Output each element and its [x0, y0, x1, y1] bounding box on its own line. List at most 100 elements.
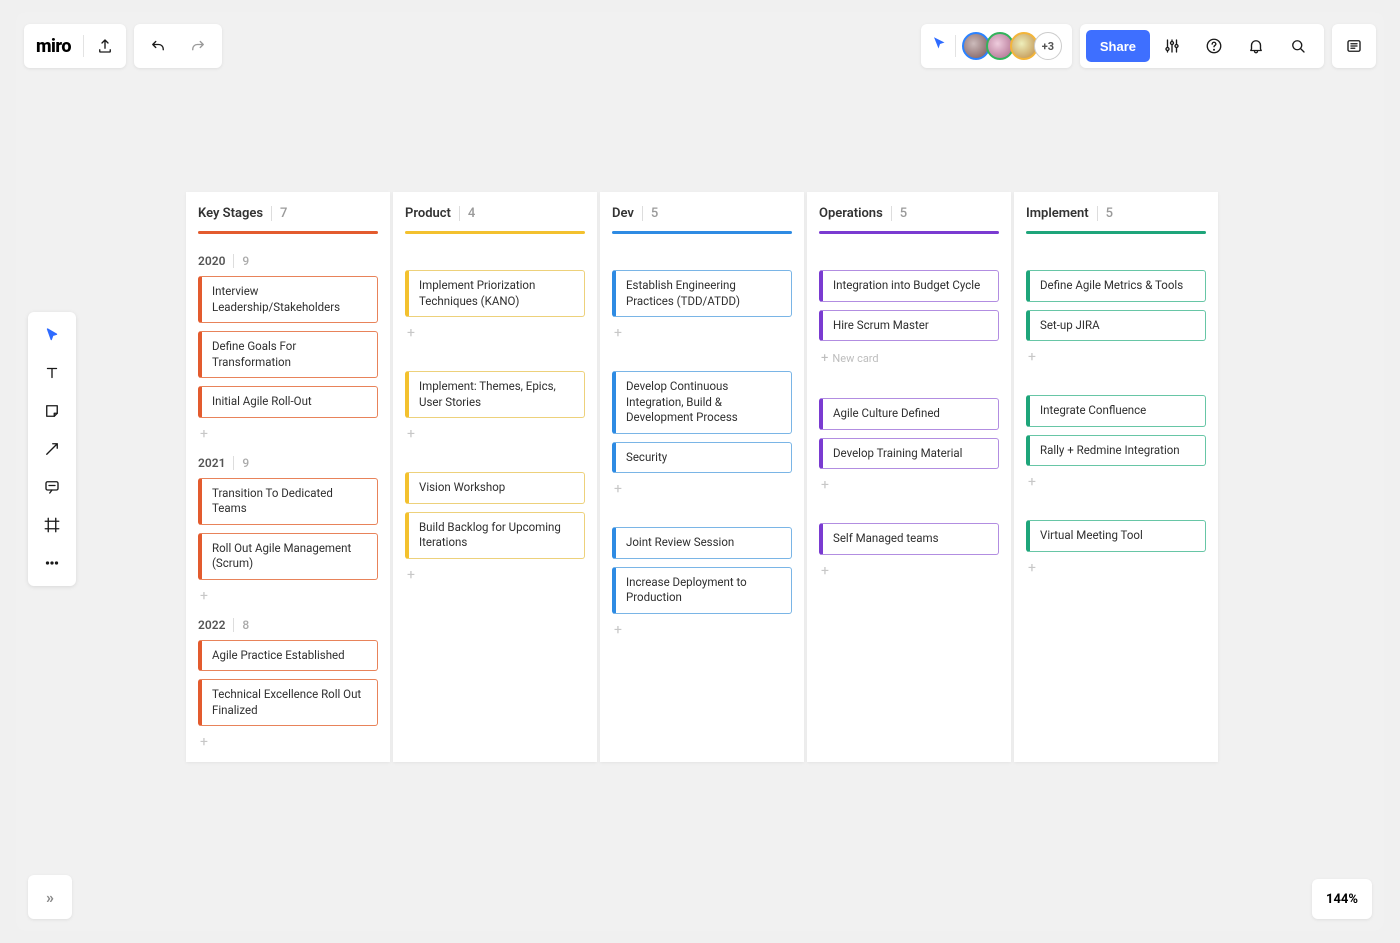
select-tool[interactable] — [28, 316, 76, 354]
add-card-button[interactable]: + — [1026, 560, 1206, 576]
swimlane-spacer — [1026, 490, 1206, 520]
kanban-card[interactable]: Implement: Themes, Epics, User Stories — [405, 371, 585, 418]
add-card-button[interactable]: + — [198, 426, 378, 442]
kanban-card[interactable]: Define Agile Metrics & Tools — [1026, 270, 1206, 302]
swimlane-spacer — [405, 442, 585, 472]
kanban-card[interactable]: Hire Scrum Master — [819, 310, 999, 342]
redo-button[interactable] — [178, 24, 218, 68]
tool-palette — [28, 312, 76, 586]
divider — [83, 35, 84, 57]
column-accent — [1026, 231, 1206, 234]
add-card-button[interactable]: + — [612, 481, 792, 497]
sticky-note-icon — [43, 402, 61, 420]
share-button[interactable]: Share — [1086, 30, 1150, 62]
kanban-card[interactable]: Security — [612, 442, 792, 474]
column-title: Operations — [819, 206, 883, 221]
side-panel-button[interactable] — [1332, 24, 1376, 68]
sticky-tool[interactable] — [28, 392, 76, 430]
kanban-card[interactable]: Define Goals For Transformation — [198, 331, 378, 378]
kanban-card[interactable]: Develop Training Material — [819, 438, 999, 470]
kanban-card[interactable]: Establish Engineering Practices (TDD/ATD… — [612, 270, 792, 317]
swimlane-header[interactable]: 20219 — [198, 456, 378, 470]
kanban-card[interactable]: Roll Out Agile Management (Scrum) — [198, 533, 378, 580]
more-icon — [43, 554, 61, 572]
frame-icon — [43, 516, 61, 534]
column-header[interactable]: Operations 5 — [807, 192, 1011, 231]
settings-button[interactable] — [1152, 24, 1192, 68]
add-card-button[interactable]: + — [405, 325, 585, 341]
arrow-tool[interactable] — [28, 430, 76, 468]
more-tools[interactable] — [28, 544, 76, 582]
kanban-board: Key Stages7 20209 Interview Leadership/Sta… — [186, 192, 1218, 762]
sliders-icon — [1163, 37, 1181, 55]
add-card-button[interactable]: + — [198, 588, 378, 604]
add-card-button[interactable]: + — [819, 477, 999, 493]
column-accent — [405, 231, 585, 234]
kanban-card[interactable]: Build Backlog for Upcoming Iterations — [405, 512, 585, 559]
expand-toolbar-button[interactable]: » — [28, 875, 72, 919]
app-logo-chip[interactable]: miro — [24, 24, 126, 68]
kanban-card[interactable]: Develop Continuous Integration, Build & … — [612, 371, 792, 434]
add-card-button[interactable]: +New card — [819, 349, 999, 368]
swimlane-header[interactable]: 20209 — [198, 254, 378, 268]
kanban-card[interactable]: Interview Leadership/Stakeholders — [198, 276, 378, 323]
column-implement: Implement5 Define Agile Metrics & Tools Se… — [1014, 192, 1218, 762]
column-product: Product4 Implement Priorization Technique… — [393, 192, 597, 762]
add-card-button[interactable]: + — [612, 325, 792, 341]
kanban-card[interactable]: Integration into Budget Cycle — [819, 270, 999, 302]
avatar-more[interactable]: +3 — [1034, 32, 1062, 60]
frame-tool[interactable] — [28, 506, 76, 544]
panel-icon — [1345, 37, 1363, 55]
swimlane-header[interactable]: 20228 — [198, 618, 378, 632]
swimlane-year: 2022 — [198, 618, 225, 632]
chevron-right-icon: » — [46, 888, 54, 907]
add-card-button[interactable]: + — [198, 734, 378, 750]
kanban-card[interactable]: Transition To Dedicated Teams — [198, 478, 378, 525]
kanban-card[interactable]: Implement Priorization Techniques (KANO) — [405, 270, 585, 317]
kanban-card[interactable]: Rally + Redmine Integration — [1026, 435, 1206, 467]
column-body: Integration into Budget Cycle Hire Scrum … — [807, 240, 1011, 591]
kanban-card[interactable]: Agile Culture Defined — [819, 398, 999, 430]
kanban-card[interactable]: Self Managed teams — [819, 523, 999, 555]
kanban-card[interactable]: Virtual Meeting Tool — [1026, 520, 1206, 552]
add-card-button[interactable]: + — [1026, 474, 1206, 490]
kanban-card[interactable]: Agile Practice Established — [198, 640, 378, 672]
column-body: Implement Priorization Techniques (KANO)… — [393, 240, 597, 595]
notifications-button[interactable] — [1236, 24, 1276, 68]
add-card-button[interactable]: + — [405, 426, 585, 442]
undo-button[interactable] — [138, 24, 178, 68]
zoom-level[interactable]: 144% — [1312, 879, 1372, 919]
column-header[interactable]: Key Stages7 — [186, 192, 390, 231]
search-button[interactable] — [1278, 24, 1318, 68]
comment-tool[interactable] — [28, 468, 76, 506]
column-header[interactable]: Product4 — [393, 192, 597, 231]
add-card-button[interactable]: + — [1026, 349, 1206, 365]
collaborators-chip: +3 — [921, 24, 1072, 68]
column-count: 5 — [642, 206, 658, 221]
kanban-card[interactable]: Integrate Confluence — [1026, 395, 1206, 427]
kanban-card[interactable]: Vision Workshop — [405, 472, 585, 504]
column-accent — [612, 231, 792, 234]
kanban-card[interactable]: Increase Deployment to Production — [612, 567, 792, 614]
add-card-button[interactable]: + — [405, 567, 585, 583]
search-icon — [1289, 37, 1307, 55]
kanban-card[interactable]: Joint Review Session — [612, 527, 792, 559]
kanban-card[interactable]: Technical Excellence Roll Out Finalized — [198, 679, 378, 726]
redo-icon — [189, 37, 207, 55]
column-count: 4 — [459, 206, 475, 221]
column-count: 5 — [891, 206, 907, 221]
export-button[interactable] — [96, 24, 114, 68]
text-tool[interactable] — [28, 354, 76, 392]
add-card-button[interactable]: + — [612, 622, 792, 638]
kanban-card[interactable]: Set-up JIRA — [1026, 310, 1206, 342]
add-card-button[interactable]: + — [819, 563, 999, 579]
swimlane-spacer — [612, 341, 792, 371]
kanban-card[interactable]: Initial Agile Roll-Out — [198, 386, 378, 418]
swimlane-count: 9 — [233, 254, 249, 268]
column-keystages: Key Stages7 20209 Interview Leadership/Sta… — [186, 192, 390, 762]
column-header[interactable]: Implement5 — [1014, 192, 1218, 231]
help-button[interactable] — [1194, 24, 1234, 68]
upload-icon — [96, 37, 114, 55]
column-header[interactable]: Dev5 — [600, 192, 804, 231]
column-body: 20209 Interview Leadership/Stakeholders De… — [186, 240, 390, 762]
